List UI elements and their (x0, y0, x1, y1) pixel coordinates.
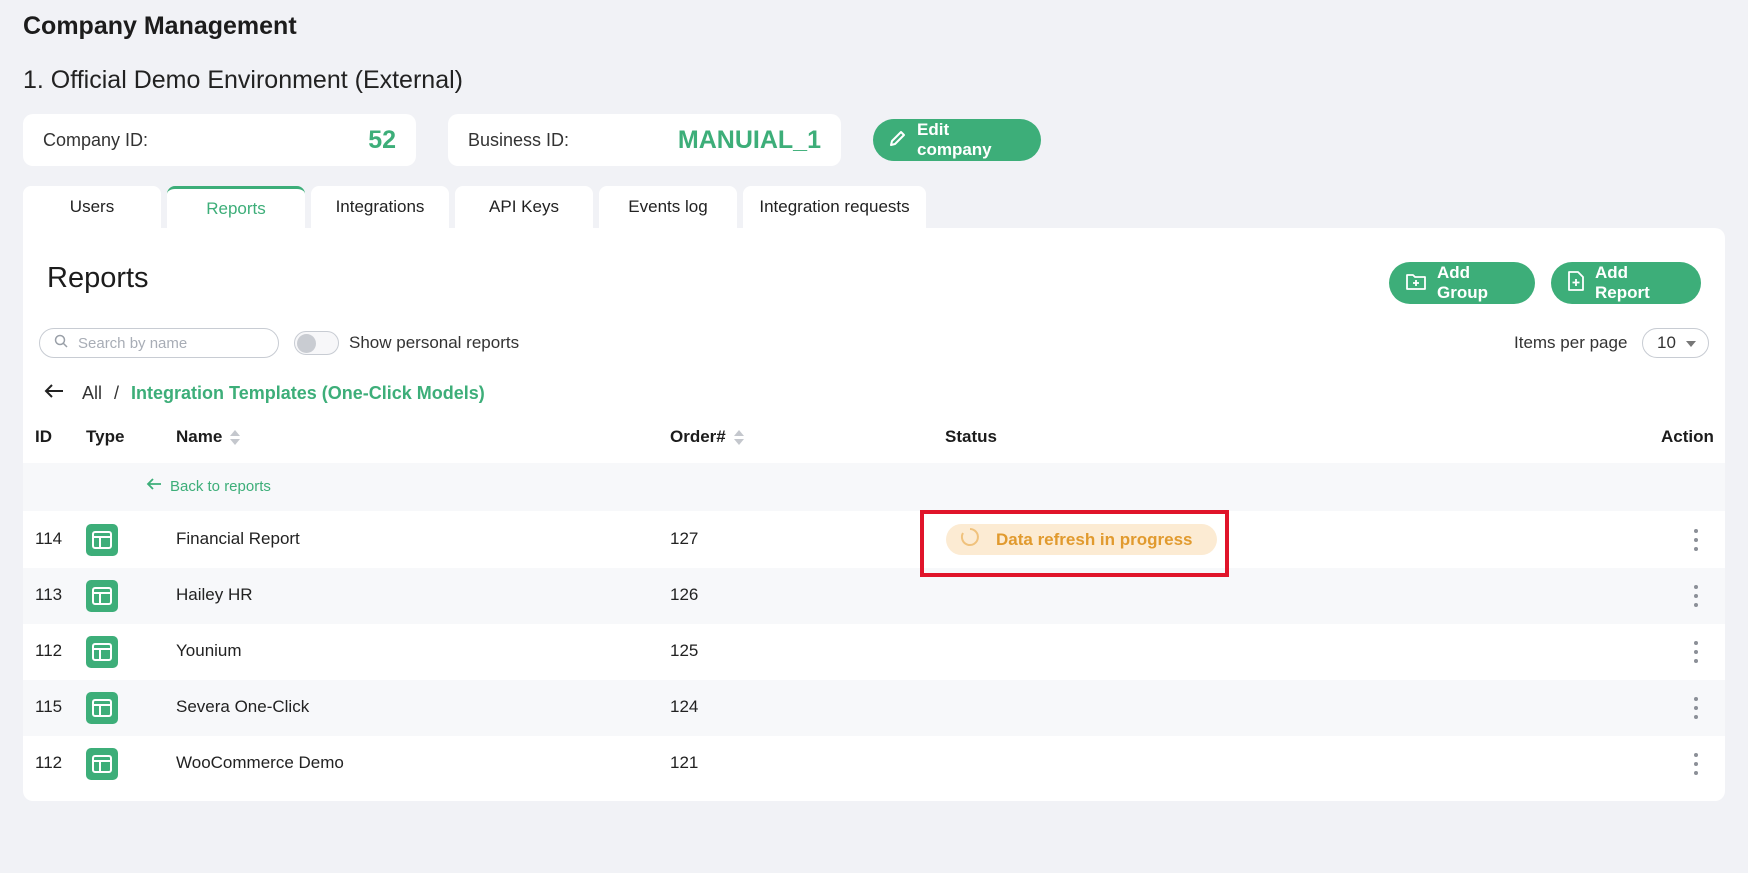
table-row[interactable]: 114 Financial Report 127 Data refresh in… (23, 512, 1725, 568)
more-actions-icon[interactable] (1694, 585, 1700, 607)
items-per-page-select[interactable]: 10 (1642, 328, 1709, 358)
company-id-value: 52 (368, 125, 396, 154)
edit-company-button[interactable]: Edit company (873, 119, 1041, 161)
column-header-action: Action (1661, 427, 1714, 446)
report-type-icon (86, 524, 118, 556)
reports-title: Reports (47, 262, 149, 294)
row-id: 112 (35, 753, 63, 772)
add-report-button[interactable]: Add Report (1551, 262, 1701, 304)
sort-icon (230, 429, 241, 445)
search-field[interactable] (39, 328, 279, 358)
add-report-label: Add Report (1595, 263, 1650, 302)
table-row[interactable]: 115 Severa One-Click 124 (23, 680, 1725, 736)
add-group-label: Add Group (1437, 263, 1488, 302)
toggle-knob (297, 334, 316, 353)
breadcrumb-current: Integration Templates (One-Click Models) (131, 383, 485, 403)
search-input[interactable] (78, 334, 268, 352)
table-row[interactable]: 113 Hailey HR 126 (23, 568, 1725, 624)
report-type-icon (86, 692, 118, 724)
items-per-page-label: Items per page (1514, 333, 1628, 352)
tab-bar: Users Reports Integrations API Keys Even… (23, 186, 926, 228)
breadcrumb-separator: / (114, 383, 120, 403)
file-plus-icon (1567, 270, 1585, 297)
table-row[interactable]: 112 Younium 125 (23, 624, 1725, 680)
row-name[interactable]: Financial Report (176, 529, 300, 549)
more-actions-icon[interactable] (1694, 697, 1700, 719)
company-id-label: Company ID: (43, 129, 149, 150)
more-actions-icon[interactable] (1694, 641, 1700, 663)
breadcrumb: All / Integration Templates (One-Click M… (44, 383, 485, 404)
tab-integration-requests[interactable]: Integration requests (743, 186, 926, 228)
page-title: Company Management (23, 12, 297, 40)
table-row[interactable]: 112 WooCommerce Demo 121 (23, 736, 1725, 792)
report-type-icon (86, 636, 118, 668)
column-header-id: ID (35, 427, 52, 446)
row-order: 125 (670, 641, 699, 660)
status-highlight-box (920, 510, 1229, 577)
row-order: 126 (670, 585, 699, 604)
breadcrumb-all[interactable]: All (82, 383, 102, 404)
more-actions-icon[interactable] (1694, 529, 1700, 551)
personal-reports-toggle[interactable] (294, 331, 339, 355)
row-id: 115 (35, 697, 63, 716)
row-id: 114 (35, 529, 63, 548)
column-header-name[interactable]: Name (176, 427, 241, 447)
tab-events-log[interactable]: Events log (599, 186, 737, 228)
row-order: 124 (670, 697, 699, 716)
company-id-card: Company ID: 52 (23, 114, 416, 166)
back-row: Back to reports (23, 463, 1725, 511)
column-header-order[interactable]: Order# (670, 427, 744, 447)
row-name[interactable]: Hailey HR (176, 585, 253, 605)
row-name[interactable]: Younium (176, 641, 242, 661)
more-actions-icon[interactable] (1694, 753, 1700, 775)
row-order: 127 (670, 529, 699, 548)
column-header-type: Type (86, 427, 125, 446)
business-id-value: MANUIAL_1 (677, 125, 821, 154)
business-id-card: Business ID: MANUIAL_1 (448, 114, 841, 166)
tab-integrations[interactable]: Integrations (311, 186, 449, 228)
tab-users[interactable]: Users (23, 186, 161, 228)
back-to-reports-link[interactable]: Back to reports (146, 477, 271, 495)
items-per-page-value: 10 (1657, 333, 1676, 352)
add-group-button[interactable]: Add Group (1389, 262, 1535, 304)
sort-icon (733, 429, 744, 445)
row-name[interactable]: Severa One-Click (176, 697, 309, 717)
report-type-icon (86, 748, 118, 780)
business-id-label: Business ID: (468, 129, 570, 150)
pencil-icon (889, 129, 907, 152)
arrow-left-icon[interactable] (44, 383, 64, 404)
tab-reports[interactable]: Reports (167, 186, 305, 228)
arrow-left-icon (146, 477, 162, 495)
column-header-status: Status (945, 427, 997, 446)
tab-api-keys[interactable]: API Keys (455, 186, 593, 228)
row-order: 121 (670, 753, 699, 772)
row-id: 113 (35, 585, 63, 604)
personal-reports-label: Show personal reports (349, 333, 520, 352)
row-id: 112 (35, 641, 63, 660)
edit-company-label: Edit company (917, 120, 992, 159)
caret-down-icon (1686, 341, 1696, 347)
report-type-icon (86, 580, 118, 612)
company-name: 1. Official Demo Environment (External) (23, 66, 463, 94)
search-icon (54, 334, 68, 353)
row-name[interactable]: WooCommerce Demo (176, 753, 344, 773)
folder-plus-icon (1405, 271, 1427, 296)
